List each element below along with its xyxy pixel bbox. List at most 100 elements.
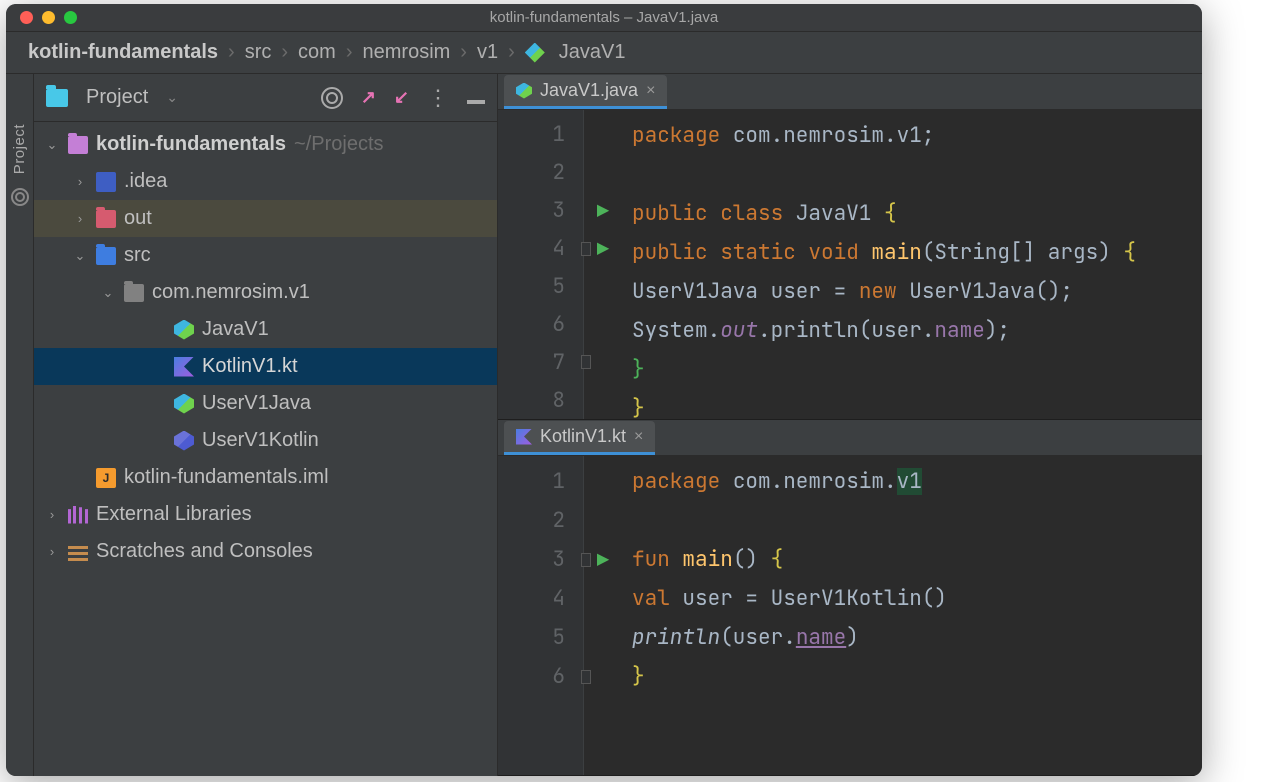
breadcrumb-part[interactable]: nemrosim <box>363 41 451 64</box>
code-editor[interactable]: 1 2 3▶ 4 5 6 package com.nemrosim.v1 fun… <box>498 456 1202 775</box>
line-number[interactable]: 5 <box>498 268 583 306</box>
code-lines[interactable]: package com.nemrosim.v1 fun main() { val… <box>584 456 1202 775</box>
editor-kotlin: KotlinV1.kt × 1 2 3▶ 4 5 6 package com.n… <box>498 420 1202 776</box>
breadcrumb-part[interactable]: v1 <box>477 41 498 64</box>
chevron-right-icon[interactable]: › <box>44 544 60 559</box>
chevron-right-icon: › <box>228 41 235 64</box>
folder-icon <box>68 136 88 154</box>
tree-label: kotlin-fundamentals.iml <box>124 466 329 489</box>
tree-item-iml[interactable]: J kotlin-fundamentals.iml <box>34 459 497 496</box>
close-icon[interactable]: × <box>646 82 655 100</box>
hide-panel-icon[interactable] <box>467 100 485 104</box>
project-tool-button[interactable]: Project <box>11 124 28 174</box>
breadcrumb-part[interactable]: src <box>245 41 272 64</box>
java-class-icon <box>516 83 532 99</box>
run-icon[interactable]: ▶ <box>597 236 609 262</box>
expand-all-icon[interactable]: ↗ <box>361 87 376 108</box>
line-number[interactable]: 4▶ <box>498 230 583 268</box>
tree-item-file[interactable]: UserV1Kotlin <box>34 422 497 459</box>
line-number[interactable]: 8 <box>498 381 583 419</box>
tab-label: KotlinV1.kt <box>540 426 626 447</box>
code-lines[interactable]: package com.nemrosim.v1; public class Ja… <box>584 110 1202 419</box>
scratches-icon <box>68 543 88 561</box>
settings-icon[interactable]: ⋮ <box>427 93 449 103</box>
tree-item-file[interactable]: UserV1Java <box>34 385 497 422</box>
line-number[interactable]: 3▶ <box>498 540 583 579</box>
tree-item-external-libs[interactable]: › External Libraries <box>34 496 497 533</box>
tree-label: src <box>124 244 151 267</box>
close-icon[interactable] <box>20 11 33 24</box>
tab-label: JavaV1.java <box>540 80 638 101</box>
package-icon <box>124 284 144 302</box>
run-icon[interactable]: ▶ <box>597 198 609 224</box>
breadcrumb-file[interactable]: JavaV1 <box>559 41 626 64</box>
window-title: kotlin-fundamentals – JavaV1.java <box>490 9 718 26</box>
minimize-icon[interactable] <box>42 11 55 24</box>
project-header-title[interactable]: Project <box>86 86 148 109</box>
breadcrumb-root[interactable]: kotlin-fundamentals <box>28 41 218 64</box>
tree-item-package[interactable]: ⌄ com.nemrosim.v1 <box>34 274 497 311</box>
line-number[interactable]: 2 <box>498 154 583 192</box>
line-number[interactable]: 3▶ <box>498 192 583 230</box>
fold-icon[interactable] <box>581 670 591 684</box>
idea-folder-icon <box>96 172 116 192</box>
chevron-down-icon[interactable]: ⌄ <box>166 89 178 106</box>
project-panel: Project ⌄ ↗ ↙ ⋮ ⌄ kotlin-fundamentals ~/… <box>34 74 498 776</box>
run-icon[interactable]: ▶ <box>597 547 609 573</box>
tree-item-file[interactable]: JavaV1 <box>34 311 497 348</box>
chevron-right-icon[interactable]: › <box>44 507 60 522</box>
gutter: 1 2 3▶ 4▶ 5 6 7 8 <box>498 110 584 419</box>
chevron-right-icon: › <box>460 41 467 64</box>
fold-icon[interactable] <box>581 553 591 567</box>
breadcrumb: kotlin-fundamentals › src › com › nemros… <box>6 32 1202 74</box>
structure-icon[interactable] <box>11 188 29 206</box>
java-class-icon <box>174 320 194 340</box>
tool-window-rail: Project <box>6 74 34 776</box>
tree-label: Scratches and Consoles <box>96 540 313 563</box>
tree-item-file-selected[interactable]: KotlinV1.kt <box>34 348 497 385</box>
line-number[interactable]: 1 <box>498 462 583 501</box>
tree-item-scratches[interactable]: › Scratches and Consoles <box>34 533 497 570</box>
tab-strip: KotlinV1.kt × <box>498 420 1202 456</box>
line-number[interactable]: 4 <box>498 579 583 618</box>
tree-label: KotlinV1.kt <box>202 355 298 378</box>
main-body: Project Project ⌄ ↗ ↙ ⋮ ⌄ kotlin-fundam <box>6 74 1202 776</box>
collapse-all-icon[interactable]: ↙ <box>394 87 409 108</box>
tab-java[interactable]: JavaV1.java × <box>504 75 667 109</box>
chevron-down-icon[interactable]: ⌄ <box>44 137 60 153</box>
fold-icon[interactable] <box>581 355 591 369</box>
line-number[interactable]: 6 <box>498 305 583 343</box>
line-number[interactable]: 6 <box>498 657 583 696</box>
close-icon[interactable]: × <box>634 428 643 446</box>
tree-root[interactable]: ⌄ kotlin-fundamentals ~/Projects <box>34 126 497 163</box>
fold-icon[interactable] <box>581 242 591 256</box>
chevron-right-icon: › <box>281 41 288 64</box>
code-editor[interactable]: 1 2 3▶ 4▶ 5 6 7 8 package com.nemrosim.v… <box>498 110 1202 419</box>
project-panel-header: Project ⌄ ↗ ↙ ⋮ <box>34 74 497 122</box>
window-controls <box>20 11 77 24</box>
select-opened-file-icon[interactable] <box>321 87 343 109</box>
chevron-down-icon[interactable]: ⌄ <box>100 285 116 301</box>
chevron-down-icon[interactable]: ⌄ <box>72 248 88 264</box>
java-class-icon <box>525 43 545 63</box>
editor-java: JavaV1.java × 1 2 3▶ 4▶ 5 6 7 8 <box>498 74 1202 420</box>
maximize-icon[interactable] <box>64 11 77 24</box>
line-number[interactable]: 5 <box>498 618 583 657</box>
tree-item-idea[interactable]: › .idea <box>34 163 497 200</box>
editor-group: JavaV1.java × 1 2 3▶ 4▶ 5 6 7 8 <box>498 74 1202 776</box>
project-icon <box>46 89 68 107</box>
tree-item-out[interactable]: › out <box>34 200 497 237</box>
ide-window: kotlin-fundamentals – JavaV1.java kotlin… <box>6 4 1202 776</box>
chevron-right-icon: › <box>346 41 353 64</box>
chevron-right-icon[interactable]: › <box>72 174 88 189</box>
chevron-right-icon: › <box>508 41 515 64</box>
tab-kotlin[interactable]: KotlinV1.kt × <box>504 421 655 455</box>
breadcrumb-part[interactable]: com <box>298 41 336 64</box>
line-number[interactable]: 1 <box>498 116 583 154</box>
project-tree: ⌄ kotlin-fundamentals ~/Projects › .idea… <box>34 122 497 776</box>
line-number[interactable]: 7 <box>498 343 583 381</box>
tree-label: out <box>124 207 152 230</box>
chevron-right-icon[interactable]: › <box>72 211 88 226</box>
tree-item-src[interactable]: ⌄ src <box>34 237 497 274</box>
line-number[interactable]: 2 <box>498 501 583 540</box>
